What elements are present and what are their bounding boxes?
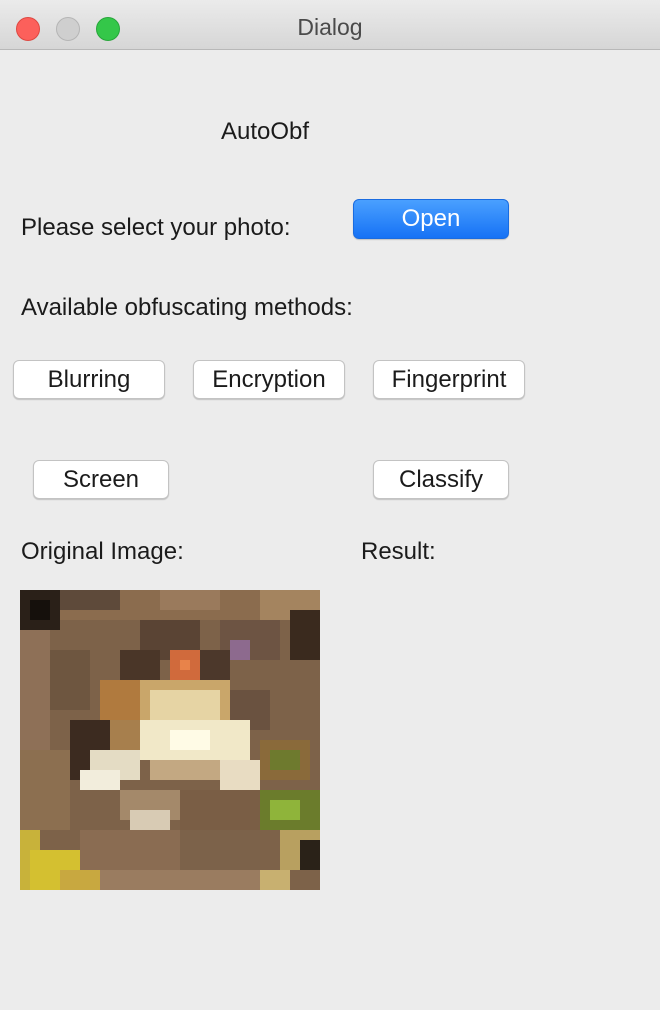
original-image [20, 590, 320, 890]
classify-button[interactable]: Classify [373, 460, 509, 499]
methods-label: Available obfuscating methods: [21, 294, 353, 321]
fingerprint-button[interactable]: Fingerprint [373, 360, 525, 399]
title-bar: Dialog [0, 0, 660, 50]
encryption-button[interactable]: Encryption [193, 360, 345, 399]
result-label: Result: [361, 538, 436, 565]
open-button[interactable]: Open [353, 199, 509, 239]
screen-button[interactable]: Screen [33, 460, 169, 499]
select-photo-label: Please select your photo: [21, 214, 291, 241]
blurring-button[interactable]: Blurring [13, 360, 165, 399]
window-title: Dialog [297, 14, 363, 40]
original-image-label: Original Image: [21, 538, 184, 565]
original-image-pixels [20, 590, 320, 890]
app-title: AutoObf [221, 118, 310, 145]
